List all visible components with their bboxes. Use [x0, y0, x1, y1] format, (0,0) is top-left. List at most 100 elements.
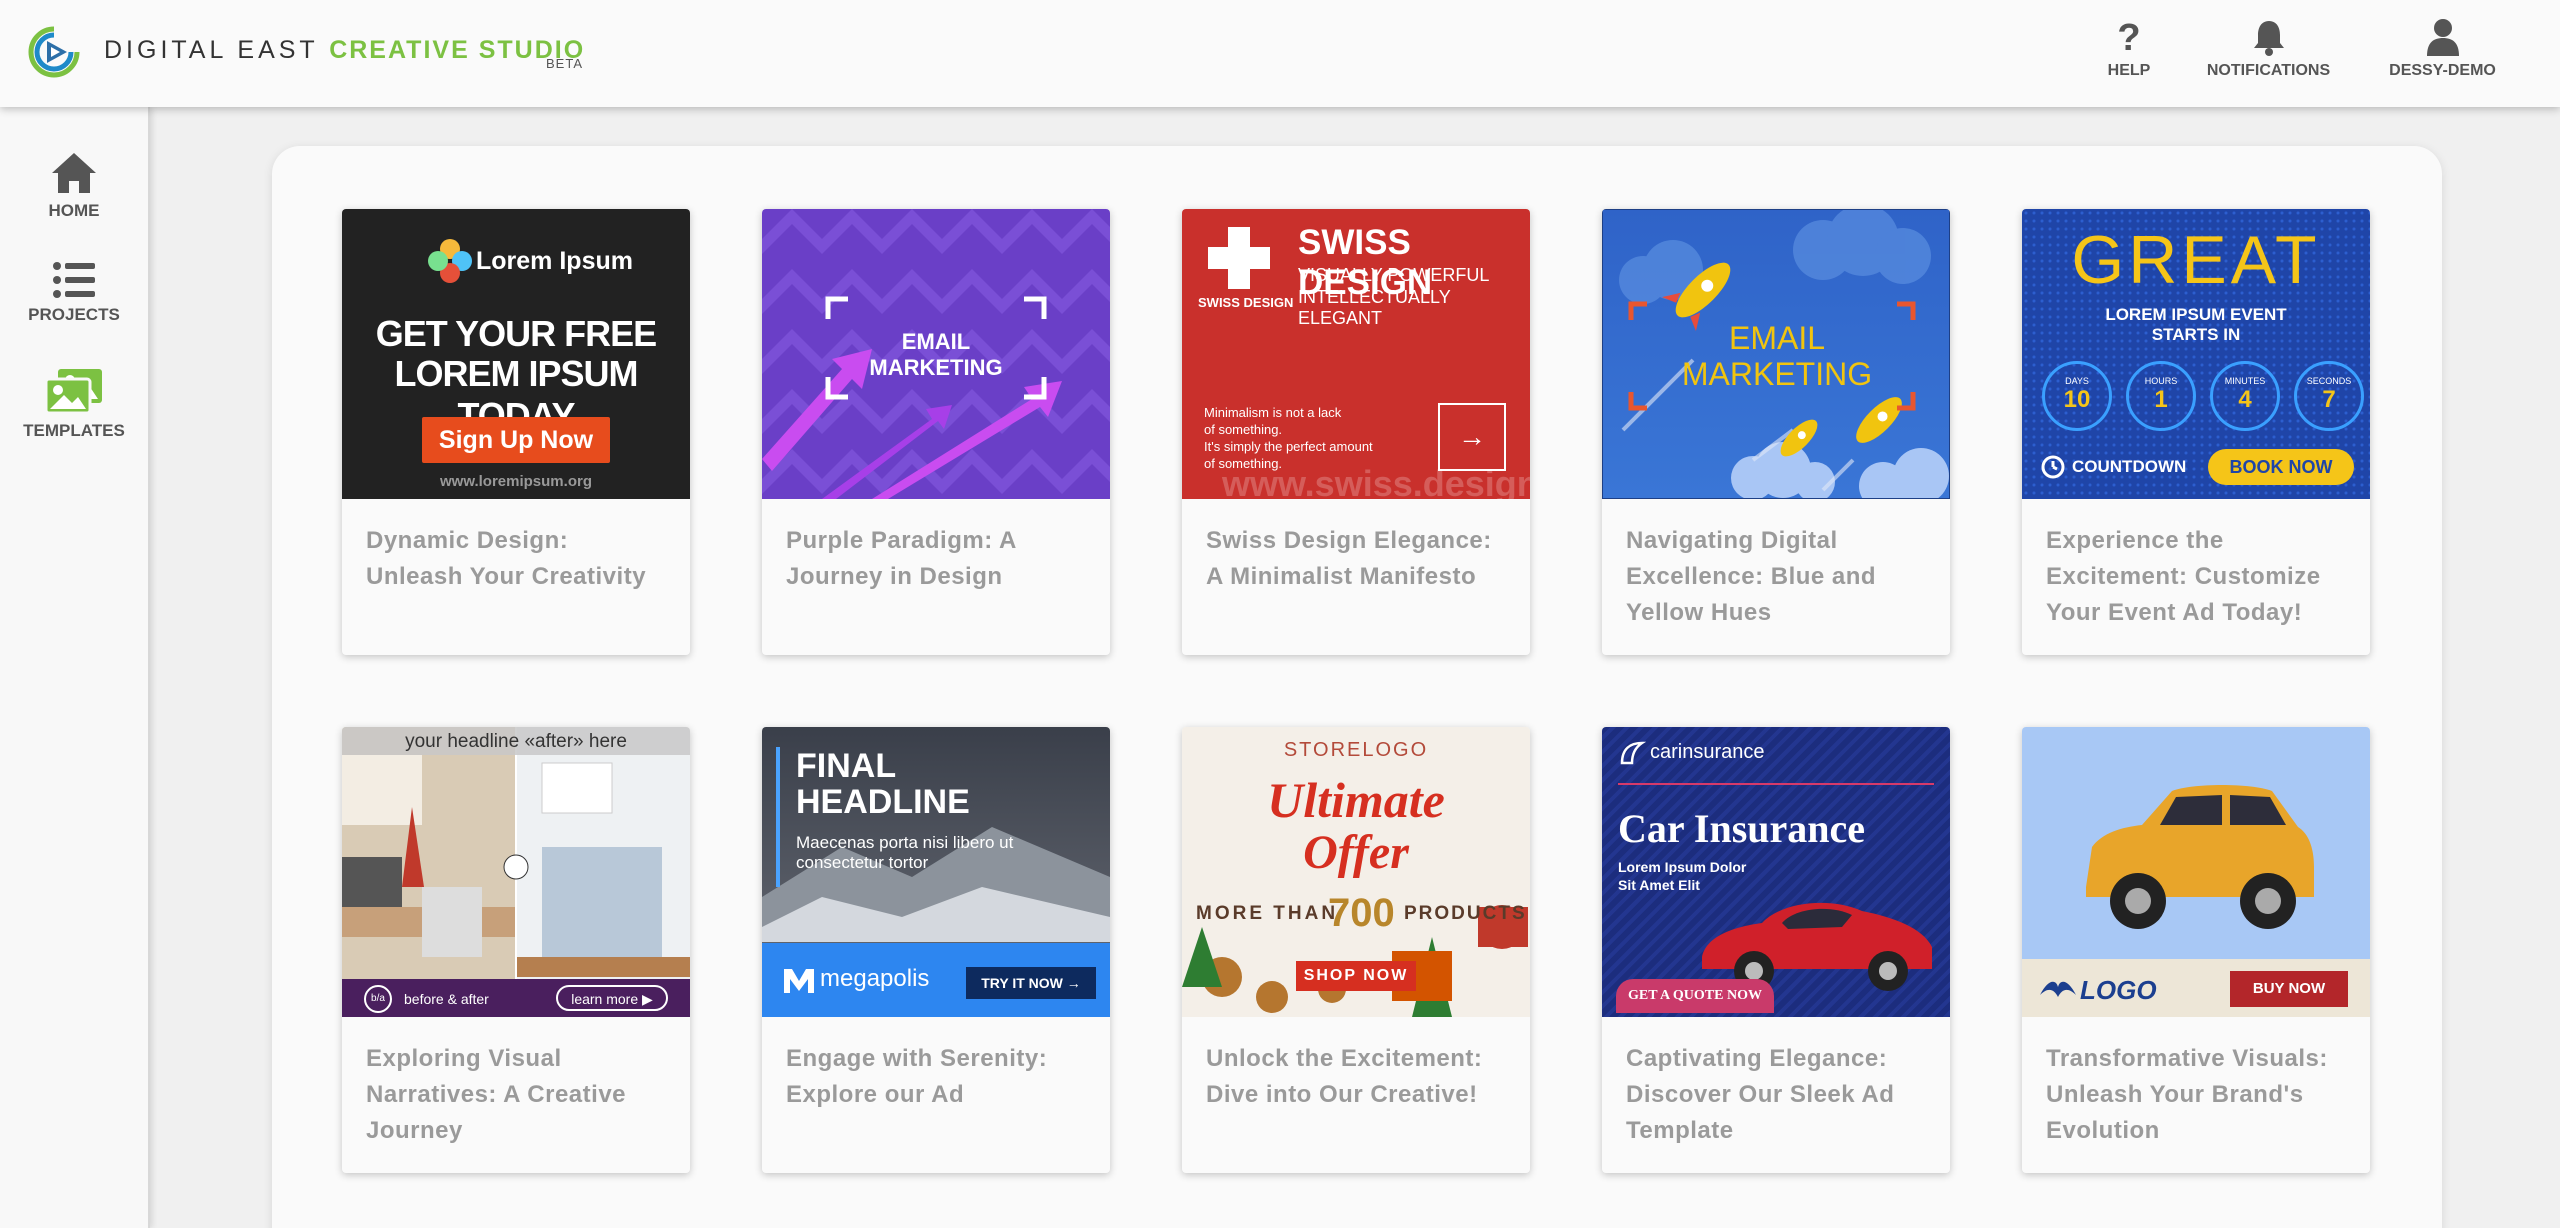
template-thumbnail: LOGO BUY NOW [2022, 727, 2370, 1017]
template-card[interactable]: EMAIL MARKETING Purple Paradigm: A Journ… [762, 209, 1110, 655]
countdown-hours: HOURS 1 [2126, 361, 2196, 431]
countdown-unit-value: 10 [2063, 386, 2091, 413]
thumb-subheading: Sit Amet Elit [1618, 877, 1700, 893]
thumb-headline: EMAIL [901, 329, 971, 354]
swiss-cross-icon [1208, 227, 1270, 289]
thumb-subheading: PRODUCTS [1404, 903, 1527, 924]
thumb-body: Minimalism is not a lack [1204, 405, 1342, 420]
thumb-cta: BOOK NOW [2208, 449, 2354, 485]
thumb-headline: your headline «after» here [405, 731, 627, 752]
notifications-label: NOTIFICATIONS [2206, 62, 2331, 79]
flower-logo-icon [428, 239, 472, 283]
template-card[interactable]: EMAIL MARKETING Navigating Digital Excel… [1602, 209, 1950, 655]
thumb-subheading: INTELLECTUALLY ELEGANT [1298, 287, 1451, 328]
thumb-watermark: www.swiss.design [1222, 463, 1530, 499]
help-button[interactable]: ? HELP [2104, 18, 2154, 80]
template-card[interactable]: Lorem Ipsum GET YOUR FREE LOREM IPSUM TO… [342, 209, 690, 655]
thumb-subheading: MORE THAN [1196, 903, 1339, 924]
thumb-brand: megapolis [820, 965, 930, 992]
template-thumbnail: FINAL HEADLINE Maecenas porta nisi liber… [762, 727, 1110, 1017]
sidebar-item-templates[interactable]: TEMPLATES [0, 367, 148, 441]
template-title: Unlock the Excitement: Dive into Our Cre… [1206, 1045, 1483, 1108]
list-icon [53, 262, 95, 298]
template-card[interactable]: SWISS DESIGN SWISS DESIGN VISUALLY POWER… [1182, 209, 1530, 655]
countdown-unit-label: MINUTES [2224, 376, 2266, 386]
template-title: Purple Paradigm: A Journey in Design [786, 527, 1016, 590]
images-icon [44, 369, 102, 415]
template-card[interactable]: STORELOGO Ultimate Offer MORE THAN 700 P… [1182, 727, 1530, 1173]
thumb-brand: carinsurance [1650, 741, 1765, 763]
car-insurance-logo-icon [1620, 741, 1646, 765]
kitchen-photo [342, 727, 690, 1017]
template-thumbnail: STORELOGO Ultimate Offer MORE THAN 700 P… [1182, 727, 1530, 1017]
thumb-headline: EMAIL [1728, 320, 1826, 356]
thumb-headline: FINAL [796, 747, 897, 785]
template-title: Navigating Digital Excellence: Blue and … [1626, 527, 1877, 626]
thumb-headline: MARKETING [1681, 356, 1873, 392]
template-title: Swiss Design Elegance: A Minimalist Mani… [1206, 527, 1492, 590]
template-thumbnail: EMAIL MARKETING [1602, 209, 1950, 499]
thumb-headline: Offer [1303, 826, 1409, 879]
countdown-unit-label: DAYS [2065, 376, 2089, 386]
clock-icon [2041, 455, 2065, 479]
sidebar-item-label: PROJECTS [28, 305, 120, 324]
brand-name-main: DIGITAL EAST [104, 36, 319, 64]
template-title: Engage with Serenity: Explore our Ad [786, 1045, 1048, 1108]
thumb-url: www.loremipsum.org [440, 473, 592, 490]
svg-text:?: ? [2117, 18, 2140, 56]
template-card[interactable]: GREAT LOREM IPSUM EVENT STARTS IN DAYS 1… [2022, 209, 2370, 655]
template-card[interactable]: carinsurance Car Insurance Lorem Ipsum D… [1602, 727, 1950, 1173]
template-card[interactable]: your headline «after» here b/a before & … [342, 727, 690, 1173]
thumb-headline: GREAT [2071, 222, 2321, 298]
template-card[interactable]: LOGO BUY NOW Transformative Visuals: Unl… [2022, 727, 2370, 1173]
template-title: Experience the Excitement: Customize You… [2046, 527, 2321, 626]
sidebar-item-home[interactable]: HOME [0, 151, 148, 221]
thumb-body: of something. [1204, 422, 1283, 437]
thumb-subheading: VISUALLY POWERFUL [1298, 265, 1490, 285]
sidebar: HOME PROJECTS TEMPLATES [0, 107, 150, 1228]
thumb-subheading: STARTS IN [2151, 325, 2241, 344]
top-header: DIGITAL EAST CREATIVE STUDIO BETA ? HELP… [0, 0, 2560, 107]
thumb-cta: BUY NOW [2230, 971, 2348, 1007]
thumb-brand: Lorem Ipsum [476, 247, 633, 275]
thumb-brand: LOGO [2080, 975, 2157, 1005]
thumb-cta: Sign Up Now [422, 417, 610, 463]
beta-badge: BETA [546, 56, 583, 71]
brand-logo-icon [28, 26, 80, 78]
thumb-body: Maecenas porta nisi libero ut [796, 833, 1014, 852]
before-after-icon: b/a [364, 985, 392, 1013]
question-icon: ? [2117, 18, 2140, 56]
thumb-arrow-box: → [1438, 403, 1506, 471]
thumb-cta: GET A QUOTE NOW [1616, 979, 1774, 1013]
thumb-headline: HEADLINE [796, 783, 970, 821]
template-thumbnail: your headline «after» here b/a before & … [342, 727, 690, 1017]
thumb-headline: Car Insurance [1618, 806, 1866, 851]
yellow-suv-image [2086, 785, 2314, 929]
countdown-seconds: SECONDS 7 [2294, 361, 2364, 431]
thumb-logo-caption: SWISS DESIGN [1198, 295, 1294, 310]
brand-logo-icon [2040, 981, 2076, 997]
countdown-minutes: MINUTES 4 [2210, 361, 2280, 431]
thumb-divider [1618, 783, 1934, 785]
template-title: Captivating Elegance: Discover Our Sleek… [1626, 1045, 1895, 1144]
countdown-unit-label: SECONDS [2306, 376, 2352, 386]
user-menu-button[interactable]: DESSY-DEMO [2380, 18, 2505, 80]
countdown-unit-value: 4 [2238, 386, 2252, 413]
notifications-button[interactable]: NOTIFICATIONS [2196, 18, 2341, 80]
sidebar-item-projects[interactable]: PROJECTS [0, 261, 148, 325]
thumb-headline: MARKETING [869, 355, 1003, 380]
sidebar-item-label: TEMPLATES [23, 421, 125, 440]
bell-icon [2253, 21, 2284, 56]
thumb-headline: GET YOUR FREE [375, 313, 657, 354]
thumb-body: It's simply the perfect amount [1204, 439, 1373, 454]
thumb-brand: STORELOGO [1283, 739, 1429, 761]
countdown-unit-label: HOURS [2144, 376, 2178, 386]
template-card[interactable]: FINAL HEADLINE Maecenas porta nisi liber… [762, 727, 1110, 1173]
countdown-days: DAYS 10 [2042, 361, 2112, 431]
template-title: Exploring Visual Narratives: A Creative … [366, 1045, 627, 1144]
sidebar-item-label: HOME [48, 201, 100, 220]
template-thumbnail: carinsurance Car Insurance Lorem Ipsum D… [1602, 727, 1950, 1017]
thumb-accent-bar [776, 747, 780, 887]
thumb-headline: Ultimate [1267, 772, 1445, 828]
thumb-subheading: LOREM IPSUM EVENT [2105, 305, 2287, 324]
